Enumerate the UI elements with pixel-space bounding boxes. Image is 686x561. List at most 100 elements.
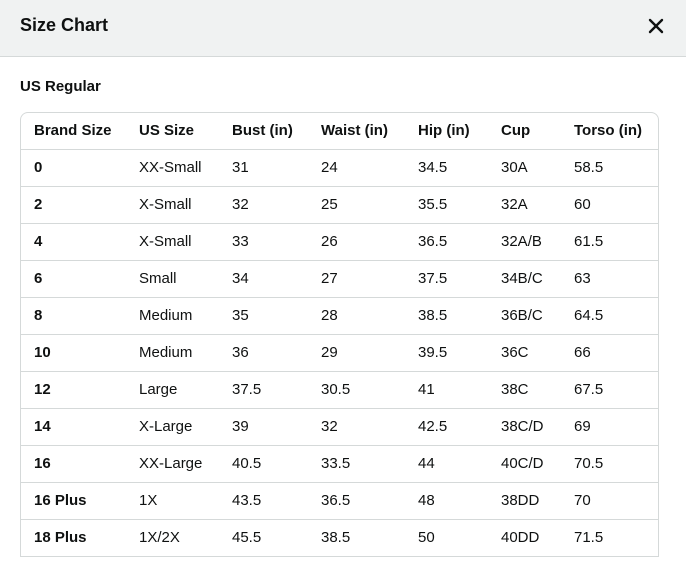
hip-cell: 34.5 (418, 159, 448, 176)
bust-cell: 32 (232, 196, 249, 213)
us-size-cell: Medium (139, 344, 193, 361)
hip-cell: 48 (418, 492, 435, 509)
hip-cell: 39.5 (418, 344, 448, 361)
torso-cell: 70 (574, 492, 591, 509)
cup-cell: 40DD (501, 529, 540, 546)
table-body: 0 XX-Small 31 24 34.5 30A 58.5 2 X-Small 32 25 35.5… (21, 150, 658, 557)
table-header-row: Brand Size US Size Bust (in) Waist (in) … (21, 113, 658, 150)
cup-cell: 36B/C (501, 307, 543, 324)
torso-cell: 61.5 (574, 233, 604, 250)
torso-cell: 71.5 (574, 529, 604, 546)
bust-cell: 39 (232, 418, 249, 435)
size-table: Brand Size US Size Bust (in) Waist (in) … (20, 112, 659, 557)
close-icon (648, 18, 664, 34)
cup-cell: 34B/C (501, 270, 543, 287)
modal-header: Size Chart (0, 0, 686, 57)
us-size-cell: X-Small (139, 196, 192, 213)
table-row: 12 Large 37.5 30.5 41 38C 67.5 (21, 372, 658, 409)
cup-cell: 38DD (501, 492, 540, 509)
us-size-cell: 1X (139, 492, 158, 509)
brand-size-cell: 2 (34, 196, 43, 213)
table-row: 2 X-Small 32 25 35.5 32A 60 (21, 187, 658, 224)
table-row: 0 XX-Small 31 24 34.5 30A 58.5 (21, 150, 658, 187)
cup-cell: 32A/B (501, 233, 542, 250)
section-title: US Regular (20, 78, 101, 95)
waist-cell: 26 (321, 233, 338, 250)
modal-title: Size Chart (20, 15, 109, 35)
us-size-cell: 1X/2X (139, 529, 180, 546)
torso-cell: 63 (574, 270, 591, 287)
table-row: 8 Medium 35 28 38.5 36B/C 64.5 (21, 298, 658, 335)
brand-size-cell: 14 (34, 418, 51, 435)
hip-cell: 41 (418, 381, 435, 398)
column-header-us-size: US Size (139, 122, 195, 139)
brand-size-cell: 0 (34, 159, 43, 176)
table-row: 10 Medium 36 29 39.5 36C 66 (21, 335, 658, 372)
torso-cell: 58.5 (574, 159, 604, 176)
brand-size-cell: 16 (34, 455, 51, 472)
column-header-brand-size: Brand Size (34, 122, 112, 139)
brand-size-cell: 10 (34, 344, 51, 361)
column-header-hip: Hip (in) (418, 122, 470, 139)
table-row: 4 X-Small 33 26 36.5 32A/B 61.5 (21, 224, 658, 261)
brand-size-cell: 4 (34, 233, 43, 250)
hip-cell: 36.5 (418, 233, 448, 250)
waist-cell: 30.5 (321, 381, 351, 398)
torso-cell: 60 (574, 196, 591, 213)
bust-cell: 40.5 (232, 455, 262, 472)
table-row: 18 Plus 1X/2X 45.5 38.5 50 40DD 71.5 (21, 520, 658, 557)
bust-cell: 45.5 (232, 529, 262, 546)
waist-cell: 28 (321, 307, 338, 324)
bust-cell: 36 (232, 344, 249, 361)
column-header-torso: Torso (in) (574, 122, 643, 139)
torso-cell: 69 (574, 418, 591, 435)
table-row: 6 Small 34 27 37.5 34B/C 63 (21, 261, 658, 298)
us-size-cell: X-Small (139, 233, 192, 250)
us-size-cell: Large (139, 381, 178, 398)
us-size-cell: X-Large (139, 418, 193, 435)
bust-cell: 34 (232, 270, 249, 287)
hip-cell: 35.5 (418, 196, 448, 213)
brand-size-cell: 6 (34, 270, 43, 287)
torso-cell: 70.5 (574, 455, 604, 472)
us-size-cell: Small (139, 270, 177, 287)
torso-cell: 67.5 (574, 381, 604, 398)
cup-cell: 38C (501, 381, 529, 398)
brand-size-cell: 12 (34, 381, 51, 398)
us-size-cell: XX-Large (139, 455, 203, 472)
bust-cell: 43.5 (232, 492, 262, 509)
column-header-waist: Waist (in) (321, 122, 388, 139)
column-header-bust: Bust (in) (232, 122, 293, 139)
bust-cell: 31 (232, 159, 249, 176)
waist-cell: 29 (321, 344, 338, 361)
hip-cell: 38.5 (418, 307, 448, 324)
us-size-cell: Medium (139, 307, 193, 324)
brand-size-cell: 8 (34, 307, 43, 324)
bust-cell: 33 (232, 233, 249, 250)
cup-cell: 38C/D (501, 418, 544, 435)
table-row: 16 XX-Large 40.5 33.5 44 40C/D 70.5 (21, 446, 658, 483)
waist-cell: 33.5 (321, 455, 351, 472)
bust-cell: 35 (232, 307, 249, 324)
brand-size-cell: 18 Plus (34, 529, 87, 546)
torso-cell: 64.5 (574, 307, 604, 324)
waist-cell: 38.5 (321, 529, 351, 546)
bust-cell: 37.5 (232, 381, 262, 398)
waist-cell: 32 (321, 418, 338, 435)
close-button[interactable] (640, 12, 672, 42)
waist-cell: 27 (321, 270, 338, 287)
size-chart-modal: Size Chart US Regular Brand Size US Size… (0, 0, 686, 561)
table-row: 16 Plus 1X 43.5 36.5 48 38DD 70 (21, 483, 658, 520)
torso-cell: 66 (574, 344, 591, 361)
hip-cell: 42.5 (418, 418, 448, 435)
waist-cell: 25 (321, 196, 338, 213)
table-row: 14 X-Large 39 32 42.5 38C/D 69 (21, 409, 658, 446)
us-size-cell: XX-Small (139, 159, 202, 176)
hip-cell: 37.5 (418, 270, 448, 287)
cup-cell: 30A (501, 159, 528, 176)
cup-cell: 40C/D (501, 455, 544, 472)
cup-cell: 36C (501, 344, 529, 361)
brand-size-cell: 16 Plus (34, 492, 87, 509)
waist-cell: 24 (321, 159, 338, 176)
hip-cell: 50 (418, 529, 435, 546)
